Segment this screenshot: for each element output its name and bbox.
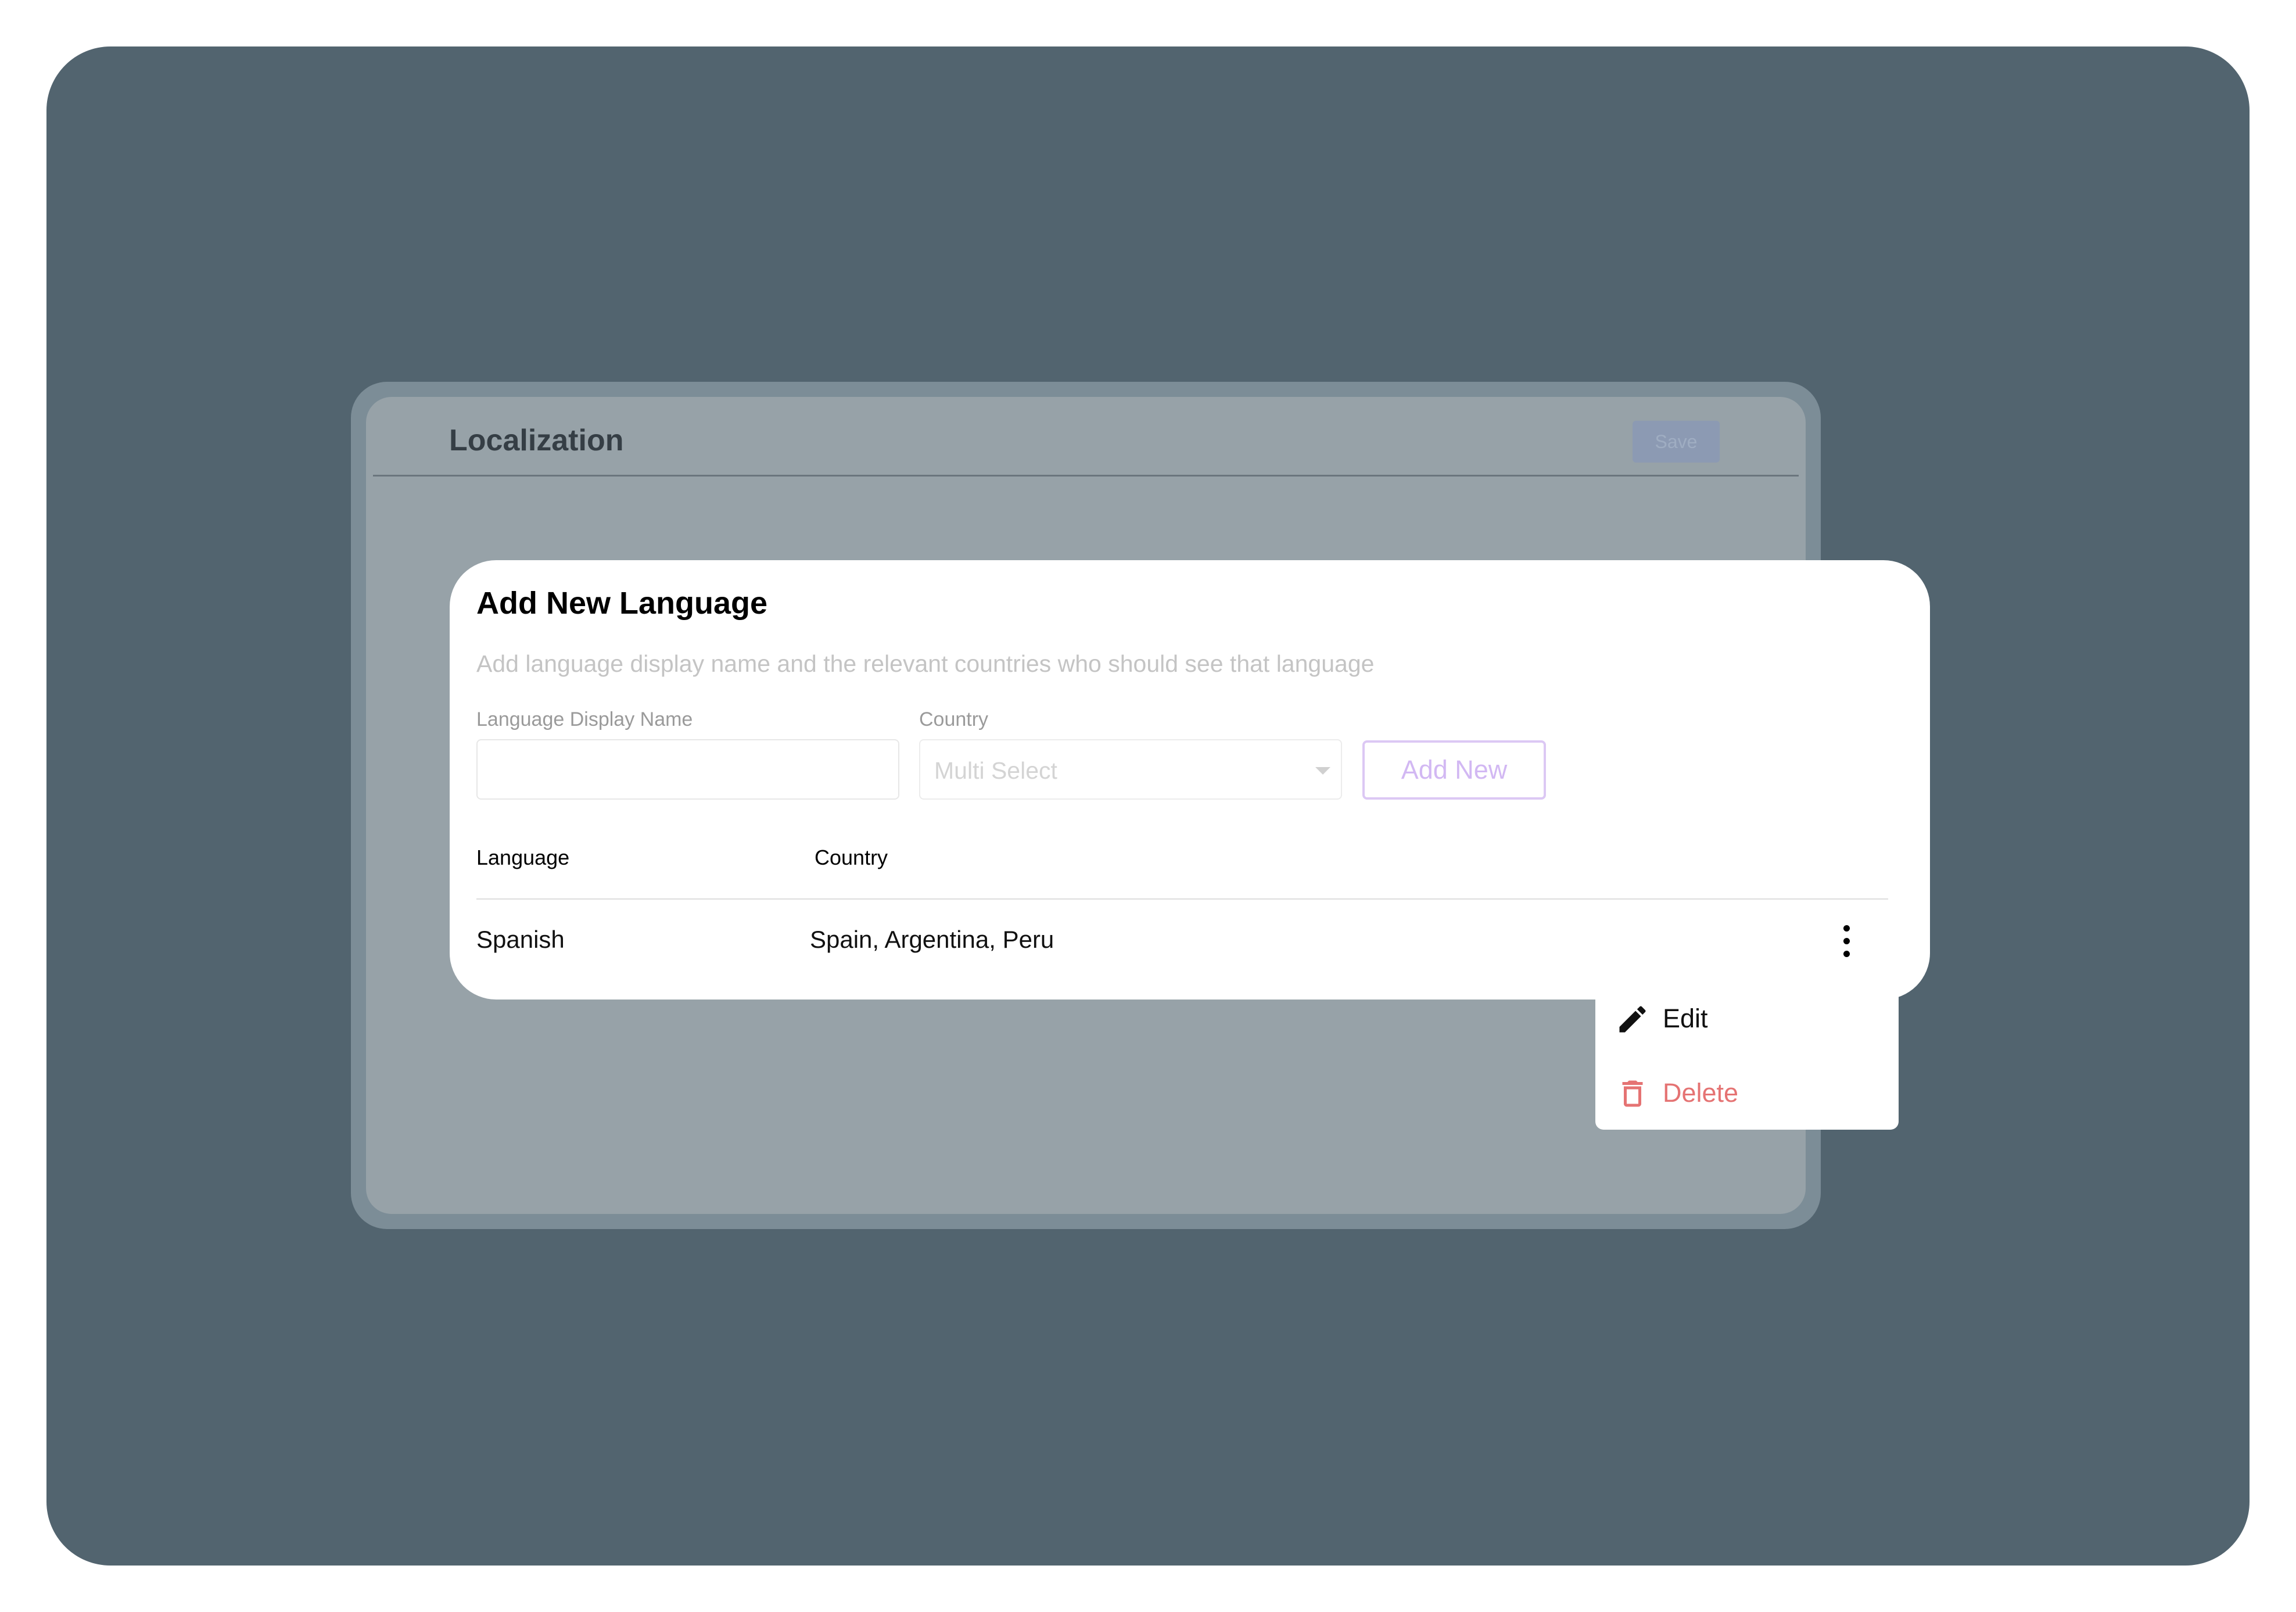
kebab-dot <box>1843 938 1850 944</box>
app-header: Localization Save <box>373 397 1799 477</box>
trash-icon <box>1622 1080 1643 1107</box>
table-row: Spanish Spain, Argentina, Peru <box>476 909 1888 973</box>
page-title: Localization <box>449 424 624 457</box>
row-country-cell: Spain, Argentina, Peru <box>810 926 1054 953</box>
menu-item-edit-label: Edit <box>1663 1004 1708 1033</box>
dialog-subtitle: Add language display name and the releva… <box>476 650 1375 677</box>
add-language-dialog: Add New Language Add language display na… <box>450 560 1930 1000</box>
kebab-dot <box>1843 951 1850 957</box>
language-display-name-input[interactable] <box>476 739 899 800</box>
column-header-country: Country <box>815 846 888 869</box>
row-language-cell: Spanish <box>476 926 565 953</box>
dialog-title: Add New Language <box>476 586 768 621</box>
country-label: Country <box>919 708 989 730</box>
pencil-icon <box>1619 1006 1646 1033</box>
table-divider <box>476 898 1888 900</box>
menu-item-delete[interactable]: Delete <box>1595 1060 1899 1124</box>
column-header-language: Language <box>476 846 570 869</box>
save-button[interactable]: Save <box>1633 421 1720 463</box>
country-multi-select[interactable]: Multi Select <box>919 739 1342 800</box>
menu-item-edit[interactable]: Edit <box>1595 986 1899 1049</box>
language-display-name-label: Language Display Name <box>476 708 693 730</box>
add-new-button[interactable]: Add New <box>1362 740 1546 800</box>
country-select-placeholder: Multi Select <box>934 757 1057 784</box>
row-context-menu: Edit Delete <box>1595 980 1899 1130</box>
chevron-down-icon <box>1315 767 1330 775</box>
kebab-dot <box>1843 925 1850 932</box>
menu-item-delete-label: Delete <box>1663 1078 1739 1108</box>
row-actions-button[interactable] <box>1834 920 1859 962</box>
